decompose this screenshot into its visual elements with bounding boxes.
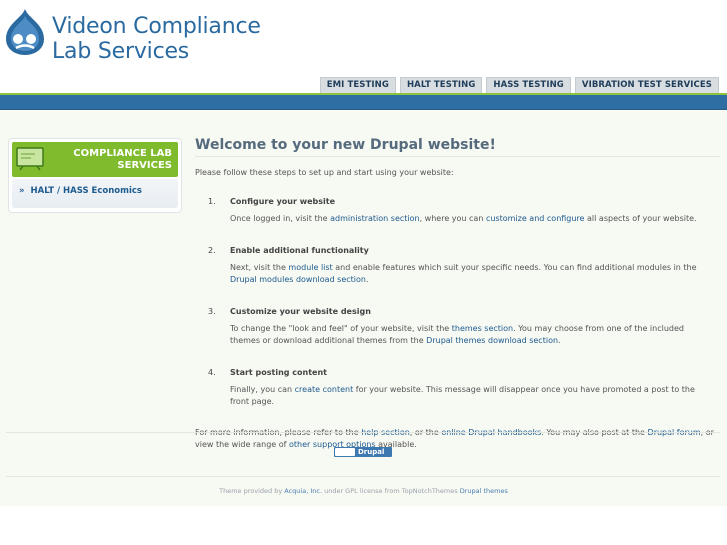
acquia-link[interactable]: Acquia, Inc. [284,487,322,495]
nav-tab-halt-testing[interactable]: HALT TESTING [399,77,483,93]
nav-tab-vibration-test-services[interactable]: VIBRATION TEST SERVICES [574,77,719,93]
step-number: 3. [208,306,216,316]
administration-section-link[interactable]: administration section [330,214,419,223]
drupal-themes-download-link[interactable]: Drupal themes download section [426,336,558,345]
step-heading: Enable additional functionality [230,245,369,255]
more-info-text: For more information, please refer to th… [195,427,717,452]
drupal-themes-link[interactable]: Drupal themes [460,487,508,495]
menu-bullet-icon: » [19,186,25,196]
step-body: Once logged in, visit the administration… [230,213,715,226]
drupal-modules-download-link[interactable]: Drupal modules download section [230,275,366,284]
site-name-line1[interactable]: Videon Compliance [52,14,261,39]
main-content: Welcome to your new Drupal website! Plea… [195,136,720,452]
site-name-line2[interactable]: Lab Services [52,39,261,64]
step-text: To change the "look and feel" of your we… [230,323,452,333]
menu-item-label[interactable]: HALT / HASS Economics [31,186,142,196]
step-number: 1. [208,197,216,206]
powered-by-drupal-badge[interactable]: Drupal [334,447,392,457]
block-title: COMPLIANCE LAB SERVICES [52,148,172,172]
step-body: To change the "look and feel" of your we… [230,323,715,348]
step-text: . [558,336,561,345]
drupal-drop-logo-icon[interactable] [4,8,46,56]
step-item: 2. Enable additional functionality Next,… [208,245,720,287]
chalkboard-icon [16,147,44,171]
step-heading: Configure your website [230,197,336,206]
themes-section-link[interactable]: themes section [452,324,513,333]
step-item: 4. Start posting content Finally, you ca… [208,367,720,409]
sidebar-block: COMPLIANCE LAB SERVICES » HALT / HASS Eco… [8,138,182,213]
primary-nav: EMI TESTING HALT TESTING HASS TESTING VI… [319,77,719,93]
step-text: Once logged in, visit the [230,214,331,223]
block-title-line1: COMPLIANCE LAB [73,148,172,159]
header: Videon Compliance Lab Services EMI TESTI… [0,0,727,95]
credits-text: Theme provided by [219,487,285,495]
header-bar [0,95,727,110]
step-text: Finally, you can [230,384,295,394]
step-heading: Customize your website design [230,306,371,316]
step-number: 4. [208,367,216,377]
step-text: . [366,275,369,284]
block-header: COMPLIANCE LAB SERVICES [12,142,178,177]
block-title-line2: SERVICES [117,160,172,171]
step-text: Next, visit the [230,262,289,272]
credits-text: under GPL license from TopNotchThemes [322,487,460,495]
nav-tab-hass-testing[interactable]: HASS TESTING [486,77,571,93]
customize-configure-link[interactable]: customize and configure [486,214,585,223]
step-text: all aspects of your website. [584,214,697,223]
nav-tab-emi-testing[interactable]: EMI TESTING [319,77,396,93]
step-body: Next, visit the module list and enable f… [230,262,715,287]
page-title: Welcome to your new Drupal website! [195,136,720,157]
drupal-badge-icon [335,448,355,456]
block-menu: » HALT / HASS Economics [12,179,178,208]
create-content-link[interactable]: create content [295,385,354,394]
step-text: , where you can [419,214,486,223]
menu-item-halt-hass-economics[interactable]: » HALT / HASS Economics [19,186,142,196]
step-item: 1. Configure your website Once logged in… [208,197,720,226]
theme-credits: Theme provided by Acquia, Inc. under GPL… [0,487,727,495]
step-number: 2. [208,245,216,255]
module-list-link[interactable]: module list [288,263,332,272]
intro-text: Please follow these steps to set up and … [195,168,454,177]
step-heading: Start posting content [230,367,327,377]
badge-label: Drupal [358,448,385,456]
site-name[interactable]: Videon Compliance Lab Services [52,14,261,64]
step-text: and enable features which suit your spec… [332,262,697,272]
step-item: 3. Customize your website design To chan… [208,306,720,348]
step-body: Finally, you can create content for your… [230,384,715,409]
footer-divider [6,476,720,477]
footer-divider [6,432,720,433]
